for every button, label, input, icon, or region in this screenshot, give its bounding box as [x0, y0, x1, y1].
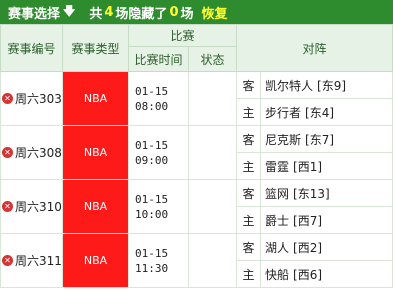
match-time-cell: 01-15 10:00	[128, 179, 189, 234]
match-table: 赛事编号 赛事类型 比赛 对阵 比赛时间 状态 ✕ 周六303 NBA 01-15 08…	[0, 24, 393, 288]
table-row: ✕ 周六310 NBA 01-15 10:00 客篮网 [东13]	[0, 179, 393, 234]
away-label: 客	[236, 125, 262, 153]
away-team-cell: 湖人 [西2]	[260, 233, 393, 261]
home-rank: [西1]	[293, 159, 323, 174]
restore-link[interactable]: 恢复	[202, 3, 228, 22]
match-status	[187, 71, 238, 126]
col-header-time: 比赛时间	[128, 46, 189, 72]
total-prefix: 共	[89, 6, 103, 22]
home-label: 主	[236, 206, 262, 234]
match-date: 01-15	[135, 138, 169, 152]
match-time: 08:00	[135, 99, 169, 113]
match-time: 11:30	[135, 261, 169, 275]
home-team-cell: 爵士 [西7]	[260, 206, 393, 234]
close-icon[interactable]: ✕	[2, 147, 13, 158]
match-id: 周六311	[15, 254, 62, 268]
away-team: 湖人	[265, 240, 290, 255]
match-count: 4	[104, 4, 114, 20]
hidden-text: 场隐藏了	[115, 6, 168, 22]
match-status	[187, 125, 238, 180]
home-rank: [东4]	[305, 105, 335, 120]
match-id: 周六308	[15, 146, 62, 160]
arrow-down-icon: 🡇	[63, 3, 76, 18]
match-date: 01-15	[135, 192, 169, 206]
home-team-cell: 快船 [西6]	[260, 260, 393, 288]
away-team-cell: 篮网 [东13]	[260, 179, 393, 207]
match-type: NBA	[62, 233, 129, 288]
home-team: 快船	[265, 267, 290, 282]
home-team-cell: 雷霆 [西1]	[260, 152, 393, 180]
col-header-id: 赛事编号	[0, 24, 63, 72]
home-rank: [西7]	[293, 213, 323, 228]
match-id: 周六303	[15, 92, 62, 106]
match-type: NBA	[62, 71, 129, 126]
match-select-label: 赛事选择	[8, 6, 61, 22]
table-row: ✕ 周六308 NBA 01-15 09:00 客尼克斯 [东7]	[0, 125, 393, 180]
home-label: 主	[236, 260, 262, 288]
topbar: 赛事选择 🡇 共 4 场隐藏了 0 场 恢复	[0, 0, 393, 24]
col-header-teams: 对阵	[236, 24, 393, 72]
away-rank: [东9]	[317, 78, 347, 93]
away-team-cell: 尼克斯 [东7]	[260, 125, 393, 153]
match-type: NBA	[62, 125, 129, 180]
home-team: 雷霆	[265, 159, 290, 174]
away-team: 篮网	[265, 186, 290, 201]
close-icon[interactable]: ✕	[2, 201, 13, 212]
match-time: 10:00	[135, 207, 169, 221]
match-date: 01-15	[135, 84, 169, 98]
away-team-cell: 凯尔特人 [东9]	[260, 71, 393, 99]
close-icon[interactable]: ✕	[2, 255, 13, 266]
home-rank: [西6]	[293, 267, 323, 282]
away-rank: [东13]	[293, 186, 330, 201]
match-id-cell: ✕ 周六303	[0, 71, 63, 126]
table-row: ✕ 周六311 NBA 01-15 11:30 客湖人 [西2]	[0, 233, 393, 288]
match-date: 01-15	[135, 246, 169, 260]
match-id-cell: ✕ 周六308	[0, 125, 63, 180]
match-select-dropdown[interactable]: 赛事选择 🡇	[8, 2, 75, 23]
match-time-cell: 01-15 11:30	[128, 233, 189, 288]
table-row: ✕ 周六303 NBA 01-15 08:00 客凯尔特人 [东9]	[0, 71, 393, 126]
away-label: 客	[236, 179, 262, 207]
away-label: 客	[236, 71, 262, 99]
match-id-cell: ✕ 周六311	[0, 233, 63, 288]
away-label: 客	[236, 233, 262, 261]
match-time-cell: 01-15 09:00	[128, 125, 189, 180]
match-status	[187, 233, 238, 288]
match-time: 09:00	[135, 153, 169, 167]
close-icon[interactable]: ✕	[2, 93, 13, 104]
home-team: 爵士	[265, 213, 290, 228]
home-label: 主	[236, 98, 262, 126]
match-type: NBA	[62, 179, 129, 234]
match-time-cell: 01-15 08:00	[128, 71, 189, 126]
hidden-count: 0	[169, 4, 179, 20]
away-rank: [东7]	[305, 132, 335, 147]
col-header-match: 比赛	[127, 24, 238, 47]
col-header-type: 赛事类型	[62, 24, 129, 72]
home-team-cell: 步行者 [东4]	[260, 98, 393, 126]
home-team: 步行者	[265, 105, 302, 120]
col-header-status: 状态	[187, 46, 238, 72]
home-label: 主	[236, 152, 262, 180]
away-team: 凯尔特人	[265, 78, 314, 93]
match-status	[187, 179, 238, 234]
away-team: 尼克斯	[265, 132, 302, 147]
away-rank: [西2]	[293, 240, 323, 255]
count-suffix: 场	[180, 6, 194, 22]
match-id-cell: ✕ 周六310	[0, 179, 63, 234]
match-id: 周六310	[15, 200, 62, 214]
